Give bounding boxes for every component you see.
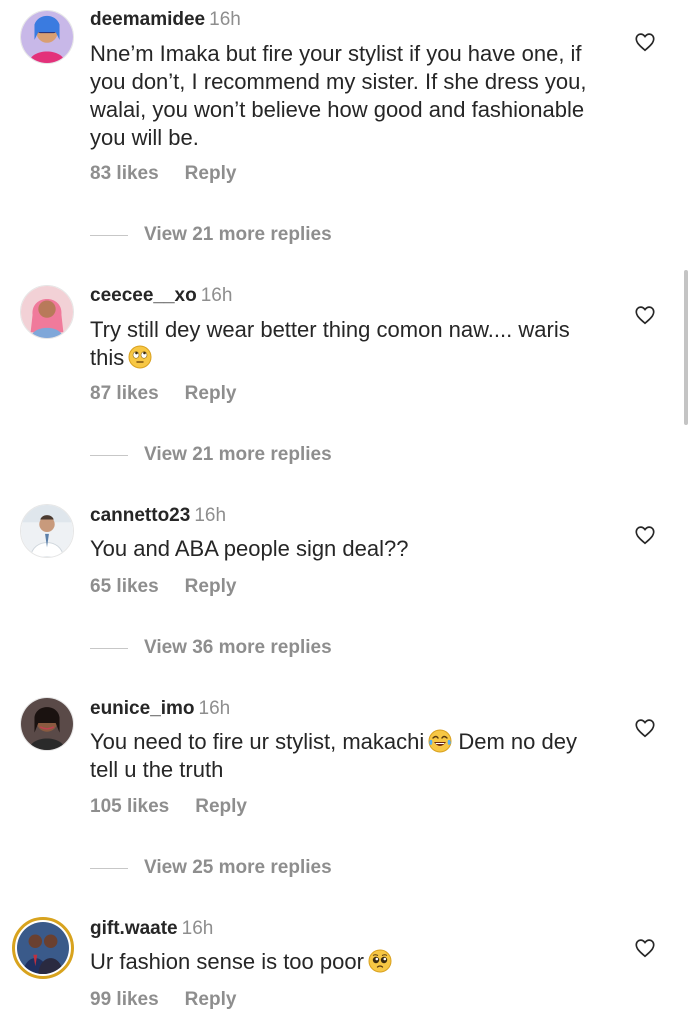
rolling-eyes-emoji-icon <box>128 345 152 369</box>
avatar-image <box>17 922 69 974</box>
comment-header: gift.waate 16h <box>90 917 213 941</box>
view-more-replies-label: View 36 more replies <box>144 637 332 658</box>
heart-icon[interactable] <box>634 31 656 53</box>
view-more-replies-button[interactable]: View 21 more replies <box>90 223 332 247</box>
comment-meta: 83 likes Reply <box>90 162 236 186</box>
username-link[interactable]: eunice_imo <box>90 698 195 719</box>
comment-text: Try still dey wear better thing comon na… <box>90 316 610 372</box>
heart-icon[interactable] <box>634 304 656 326</box>
divider-line <box>90 647 128 649</box>
timestamp: 16h <box>209 9 241 30</box>
heart-icon[interactable] <box>634 937 656 959</box>
timestamp: 16h <box>194 505 227 526</box>
comment-text-body: Ur fashion sense is too poor <box>90 949 364 974</box>
comment-meta: 105 likes Reply <box>90 795 247 819</box>
username-link[interactable]: deemamidee <box>90 9 205 30</box>
likes-count[interactable]: 105 likes <box>90 796 169 817</box>
reply-button[interactable]: Reply <box>185 576 237 597</box>
reply-button[interactable]: Reply <box>185 383 237 404</box>
likes-count[interactable]: 65 likes <box>90 576 159 597</box>
comment-text-body: Try still dey wear better thing comon na… <box>90 317 570 370</box>
likes-count[interactable]: 99 likes <box>90 989 159 1010</box>
view-more-replies-button[interactable]: View 25 more replies <box>90 856 332 880</box>
comment-meta: 99 likes Reply <box>90 988 236 1012</box>
comment-meta: 65 likes Reply <box>90 575 236 599</box>
comment-text-body: You need to fire ur stylist, makachi <box>90 729 425 754</box>
view-more-replies-label: View 21 more replies <box>144 444 332 465</box>
timestamp: 16h <box>181 918 214 939</box>
scrollbar[interactable] <box>684 270 688 425</box>
view-more-replies-button[interactable]: View 36 more replies <box>90 636 332 660</box>
likes-count[interactable]: 87 likes <box>90 383 159 404</box>
comment-meta: 87 likes Reply <box>90 382 236 406</box>
divider-line <box>90 234 128 236</box>
comment-header: ceecee__xo 16h <box>90 284 232 308</box>
avatar[interactable] <box>20 504 74 558</box>
timestamp: 16h <box>200 285 233 306</box>
username-link[interactable]: ceecee__xo <box>90 285 197 306</box>
heart-icon[interactable] <box>634 524 656 546</box>
username-link[interactable]: gift.waate <box>90 918 178 939</box>
likes-count[interactable]: 83 likes <box>90 163 159 184</box>
comment-header: eunice_imo 16h <box>90 697 230 721</box>
comment-text: You need to fire ur stylist, makachi Dem… <box>90 728 610 784</box>
comment-header: cannetto23 16h <box>90 504 226 528</box>
comment-text: Nne’m Imaka but fire your stylist if you… <box>90 41 587 150</box>
reply-button[interactable]: Reply <box>185 163 237 184</box>
reply-button[interactable]: Reply <box>195 796 247 817</box>
avatar-with-story-ring[interactable] <box>12 917 74 979</box>
view-more-replies-label: View 21 more replies <box>144 224 332 245</box>
username-link[interactable]: cannetto23 <box>90 505 190 526</box>
heart-icon[interactable] <box>634 717 656 739</box>
pleading-face-emoji-icon <box>368 949 392 973</box>
timestamp: 16h <box>198 698 231 719</box>
comment-text: Ur fashion sense is too poor <box>90 948 610 976</box>
avatar[interactable] <box>20 10 74 64</box>
comment-text: You and ABA people sign deal?? <box>90 536 409 561</box>
reply-button[interactable]: Reply <box>185 989 237 1010</box>
avatar[interactable] <box>20 697 74 751</box>
view-more-replies-button[interactable]: View 21 more replies <box>90 443 332 467</box>
view-more-replies-label: View 25 more replies <box>144 857 332 878</box>
divider-line <box>90 454 128 456</box>
divider-line <box>90 867 128 869</box>
comment-header: deemamidee 16h <box>90 8 241 32</box>
tears-of-joy-emoji-icon <box>428 729 452 753</box>
avatar[interactable] <box>20 285 74 339</box>
